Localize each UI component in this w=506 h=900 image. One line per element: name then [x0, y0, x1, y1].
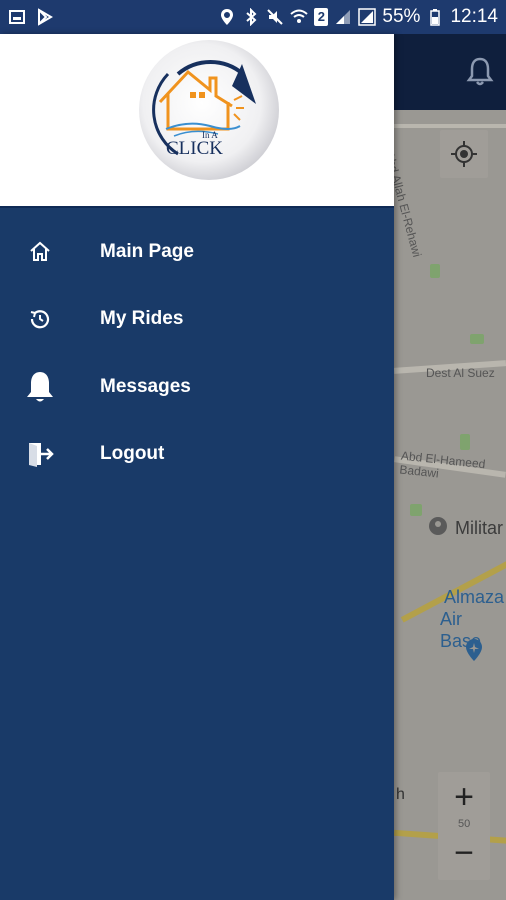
airport-pin-icon [466, 639, 482, 661]
crosshair-icon [451, 141, 477, 167]
map-park [410, 504, 422, 516]
map-park [460, 434, 470, 450]
locate-me-button[interactable] [440, 130, 488, 178]
map-poi-label: Militar [455, 518, 503, 538]
map-road [394, 124, 506, 128]
history-icon [30, 310, 50, 329]
status-bar: 2 55% 12:14 [0, 0, 506, 34]
notification-bell-icon[interactable] [466, 56, 494, 86]
sim-badge: 2 [314, 8, 329, 26]
map-street-label: Abd El-Hameed Badawi [398, 448, 487, 481]
battery-percent: 55% [382, 6, 421, 27]
map-park [430, 264, 440, 278]
menu-item-my-rides[interactable]: My Rides [0, 286, 394, 354]
menu-label: Main Page [100, 240, 194, 262]
menu-label: My Rides [100, 308, 184, 330]
clock: 12:14 [450, 6, 498, 27]
menu-label: Messages [100, 375, 191, 397]
map-park [470, 334, 484, 344]
navigation-drawer: In A CLICK Main Page My Rides Messages L… [0, 34, 394, 900]
menu-item-main-page[interactable]: Main Page [0, 218, 394, 286]
map-poi-label: Almaza [444, 587, 505, 607]
screenshot-notification-icon [9, 10, 25, 24]
home-icon [30, 241, 50, 261]
zoom-in-button[interactable]: + [438, 772, 490, 822]
menu-label: Logout [100, 443, 165, 465]
play-store-notification-icon [38, 8, 53, 26]
mute-icon [267, 9, 284, 25]
menu-item-messages[interactable]: Messages [0, 353, 394, 421]
drawer-menu: Main Page My Rides Messages Logout [0, 218, 394, 488]
bluetooth-icon [246, 8, 257, 26]
location-icon [221, 9, 234, 25]
bell-icon [27, 371, 53, 402]
map-street-label: Dest Al Suez [426, 366, 495, 380]
signal-2-icon [358, 8, 377, 26]
drawer-header: In A CLICK [0, 34, 394, 208]
menu-item-logout[interactable]: Logout [0, 421, 394, 489]
map-partial-label: h [396, 786, 405, 803]
logo-text-main: CLICK [166, 138, 223, 159]
signal-icon [336, 10, 351, 24]
app-logo: In A CLICK [139, 40, 279, 180]
map-poi-pin-icon [429, 517, 447, 535]
wifi-icon [290, 9, 309, 23]
zoom-controls: + 50 − [438, 772, 490, 880]
logout-icon [29, 443, 54, 468]
battery-icon [430, 9, 441, 26]
zoom-out-button[interactable]: − [438, 828, 490, 878]
